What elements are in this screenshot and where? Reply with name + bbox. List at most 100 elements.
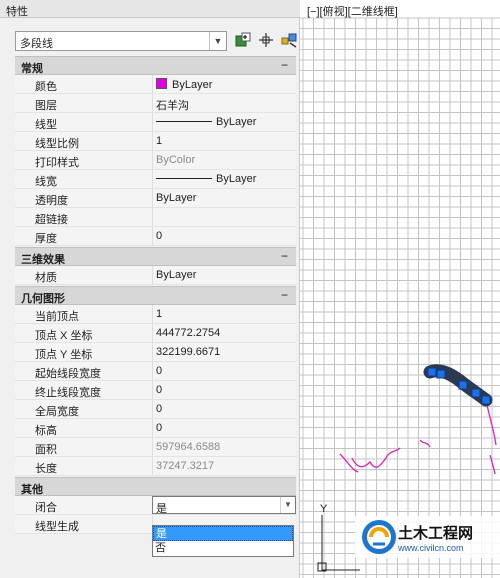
property-name: 当前顶点 [35, 311, 79, 323]
property-row[interactable]: 当前顶点 1 [15, 305, 296, 324]
category-header[interactable]: 几何图形 − [15, 286, 296, 305]
category-header[interactable]: 常规 − [15, 56, 296, 75]
ucs-y-label: Y [320, 503, 328, 515]
pick-add-icon[interactable] [257, 31, 275, 49]
property-value[interactable]: 1 [152, 132, 296, 150]
watermark-text: 土木工程网 [398, 525, 474, 542]
collapse-icon[interactable]: − [281, 58, 288, 72]
collapse-icon[interactable]: − [281, 249, 288, 263]
property-value[interactable]: 0 [152, 381, 296, 399]
property-value-text: ByLayer [156, 269, 197, 281]
property-row[interactable]: 顶点 X 坐标 444772.2754 [15, 324, 296, 343]
property-name: 厚度 [35, 233, 57, 245]
property-name: 标高 [35, 425, 57, 437]
property-value[interactable]: 石羊沟 [152, 94, 296, 112]
property-name: 线型 [35, 119, 57, 131]
property-name: 颜色 [35, 81, 57, 93]
property-value[interactable] [152, 208, 296, 226]
property-name: 顶点 X 坐标 [35, 330, 93, 342]
property-row[interactable]: 厚度 0 [15, 227, 296, 246]
property-value[interactable]: 0 [152, 400, 296, 418]
property-row[interactable]: 起始线段宽度 0 [15, 362, 296, 381]
property-row[interactable]: 顶点 Y 坐标 322199.6671 [15, 343, 296, 362]
property-row[interactable]: 标高 0 [15, 419, 296, 438]
property-row[interactable]: 全局宽度 0 [15, 400, 296, 419]
property-name: 起始线段宽度 [35, 368, 101, 380]
property-value-text: 石羊沟 [156, 100, 189, 112]
property-value-text: ByLayer [216, 116, 257, 128]
grip-icon [427, 367, 437, 377]
property-row[interactable]: 终止线段宽度 0 [15, 381, 296, 400]
dropdown-option-no[interactable]: 否 [153, 541, 293, 556]
property-value: 597964.6588 [152, 438, 296, 456]
property-row[interactable]: 闭合是 ▼ [15, 496, 296, 515]
property-value-text: 0 [156, 403, 163, 415]
property-row[interactable]: 图层 石羊沟 [15, 94, 296, 113]
linetype-preview [156, 178, 212, 179]
closed-dropdown-list[interactable]: 是 否 [152, 525, 294, 557]
property-value[interactable]: ByLayer [152, 170, 296, 188]
property-name: 材质 [35, 272, 57, 284]
property-value-text: ByColor [156, 154, 196, 166]
quick-select-icon[interactable] [280, 31, 298, 49]
property-name: 顶点 Y 坐标 [35, 349, 93, 361]
property-value[interactable]: 0 [152, 227, 296, 245]
property-row[interactable]: 线型比例 1 [15, 132, 296, 151]
property-value-text: 322199.6671 [156, 346, 221, 358]
chevron-down-icon[interactable]: ▼ [280, 497, 295, 513]
property-value-text: 0 [156, 230, 163, 242]
property-row[interactable]: 打印样式 ByColor [15, 151, 296, 170]
category-header[interactable]: 其他 [15, 477, 296, 496]
property-row[interactable]: 透明度 ByLayer [15, 189, 296, 208]
property-value[interactable]: ByLayer [152, 75, 296, 93]
category-label: 常规 [21, 63, 43, 75]
property-grid: 常规 − 颜色 ByLayer 图层 石羊沟线型 ByLayer 线型比例 1 打印样式 ByCol… [15, 55, 296, 534]
property-value[interactable]: 0 [152, 419, 296, 437]
select-objects-icon[interactable] [234, 31, 252, 49]
property-value[interactable]: ByLayer [152, 113, 296, 131]
property-value[interactable]: 444772.2754 [152, 324, 296, 342]
property-row[interactable]: 线宽 ByLayer [15, 170, 296, 189]
watermark-url: www.civilcn.com [398, 543, 464, 553]
property-name: 全局宽度 [35, 406, 79, 418]
color-swatch-icon [156, 78, 167, 89]
property-row[interactable]: 材质 ByLayer [15, 266, 296, 285]
dropdown-option-yes[interactable]: 是 [153, 526, 293, 541]
property-value-text: 444772.2754 [156, 327, 221, 339]
property-value: 37247.3217 [152, 457, 296, 475]
property-value[interactable]: 1 [152, 305, 296, 323]
property-value[interactable]: ByLayer [152, 266, 296, 284]
property-value[interactable]: 322199.6671 [152, 343, 296, 361]
viewport-controls-label[interactable]: [−][俯视][二维线框] [307, 3, 398, 19]
palette-title-bar[interactable]: 特性 [0, 0, 300, 18]
property-value-text: 1 [156, 308, 163, 320]
property-name: 透明度 [35, 195, 68, 207]
chevron-down-icon[interactable]: ▼ [209, 32, 226, 50]
property-name: 长度 [35, 463, 57, 475]
category-label: 三维效果 [21, 254, 65, 266]
property-row[interactable]: 超链接 [15, 208, 296, 227]
property-value-text: 是 [156, 503, 167, 515]
property-row[interactable]: 面积 597964.6588 [15, 438, 296, 457]
property-value[interactable]: ByLayer [152, 189, 296, 207]
drawing-canvas[interactable]: Y [300, 0, 500, 578]
property-value-text: 1 [156, 135, 163, 147]
property-name: 图层 [35, 100, 57, 112]
property-value[interactable]: 0 [152, 362, 296, 380]
drawing-grid: Y [300, 17, 500, 578]
property-row[interactable]: 长度 37247.3217 [15, 457, 296, 476]
grip-icon [471, 388, 481, 398]
grip-icon [436, 369, 446, 379]
linetype-preview [156, 121, 212, 122]
object-type-value: 多段线 [20, 38, 53, 50]
property-row[interactable]: 线型 ByLayer [15, 113, 296, 132]
category-label: 其他 [21, 484, 43, 496]
property-name: 超链接 [35, 214, 68, 226]
collapse-icon[interactable]: − [281, 288, 288, 302]
property-row[interactable]: 颜色 ByLayer [15, 75, 296, 94]
property-name: 打印样式 [35, 157, 79, 169]
property-value-text: 597964.6588 [156, 441, 221, 453]
category-header[interactable]: 三维效果 − [15, 247, 296, 266]
property-value[interactable]: 是 ▼ [152, 496, 296, 515]
object-type-select[interactable]: 多段线 ▼ [15, 31, 227, 51]
